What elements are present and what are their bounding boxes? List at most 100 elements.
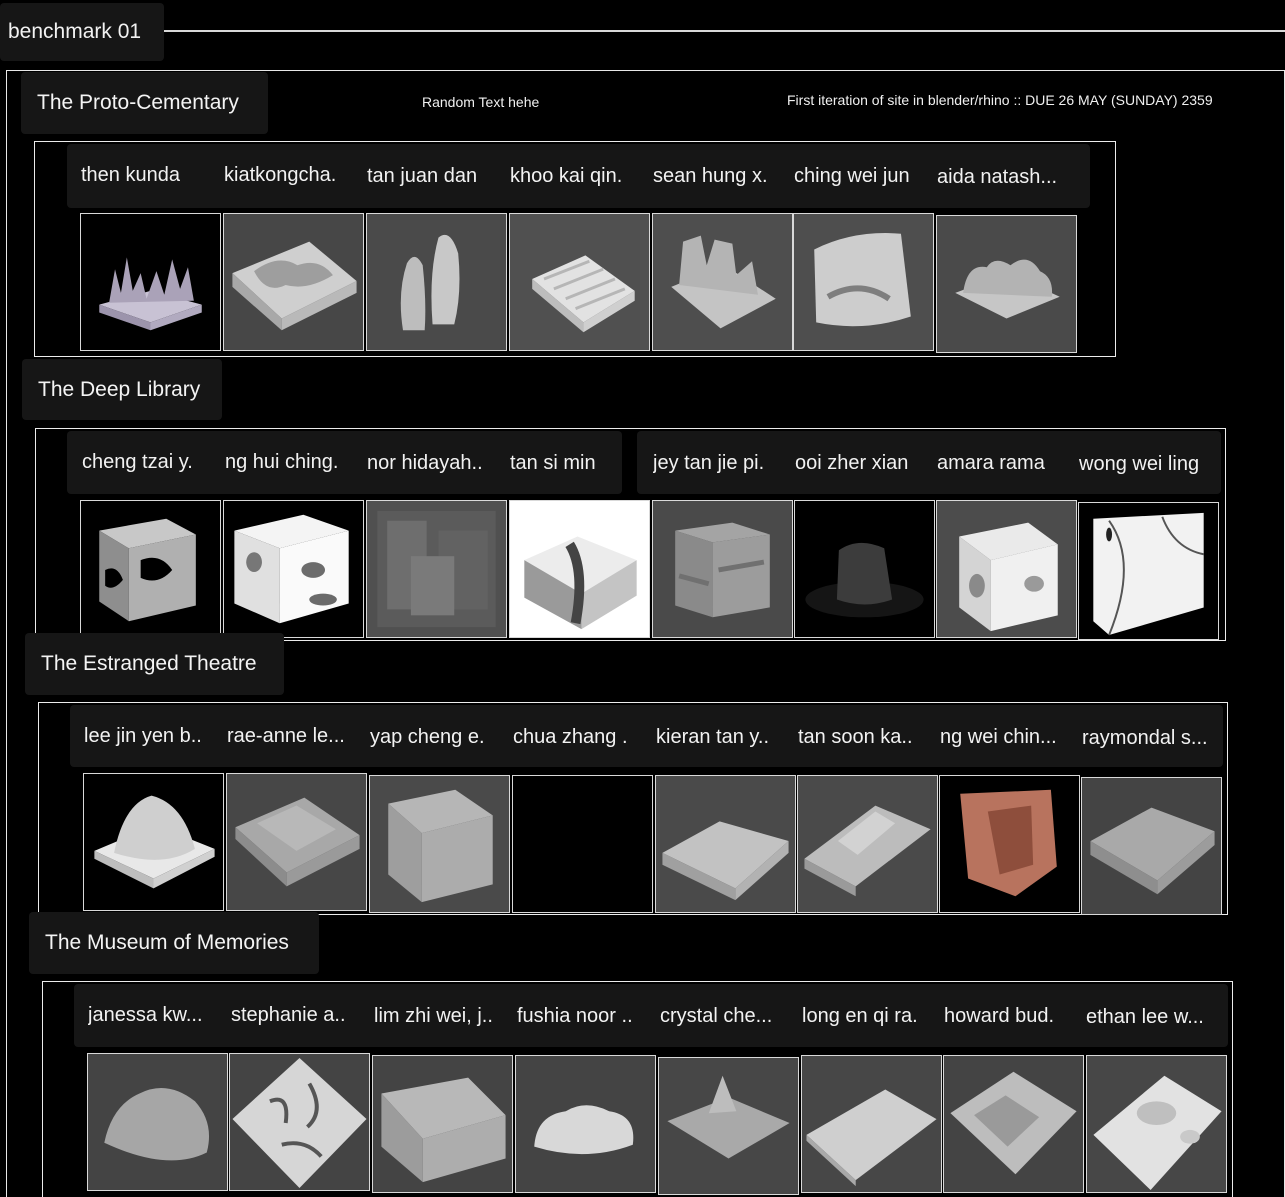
section-title-museum-of-memories[interactable]: The Museum of Memories [29, 912, 319, 974]
terrain-model-image [806, 1089, 937, 1187]
site-model-thumbnail[interactable] [509, 500, 650, 638]
terrain-model-image [960, 789, 1057, 897]
entry-name[interactable]: janessa kw... [88, 1000, 218, 1030]
entry-name[interactable]: long en qi ra. [802, 1001, 932, 1031]
site-model-thumbnail[interactable] [801, 1055, 942, 1193]
entry-name[interactable]: fushia noor .. [517, 1001, 649, 1031]
entry-name[interactable]: jey tan jie pi. [653, 448, 783, 478]
site-model-thumbnail[interactable] [655, 775, 796, 913]
cube-model-image [99, 518, 196, 622]
entry-name[interactable]: ng hui ching. [225, 447, 355, 477]
section-title-text: The Proto-Cementary [37, 91, 239, 114]
site-model-thumbnail[interactable] [658, 1057, 799, 1195]
site-model-thumbnail[interactable] [223, 213, 364, 351]
entry-name[interactable]: tan juan dan [367, 161, 497, 191]
terrain-model-image [400, 234, 460, 331]
cube-model-image [675, 522, 770, 618]
entry-name[interactable]: tan soon ka.. [798, 722, 928, 752]
entry-name[interactable]: ching wei jun [794, 161, 922, 191]
site-model-thumbnail[interactable] [223, 500, 364, 638]
site-model-thumbnail[interactable] [80, 213, 221, 351]
terrain-model-image [667, 1075, 790, 1159]
entry-name[interactable]: sean hung x. [653, 161, 783, 191]
site-model-thumbnail[interactable] [943, 1055, 1084, 1193]
site-model-thumbnail[interactable] [509, 213, 650, 351]
terrain-model-image [1093, 1075, 1222, 1191]
terrain-model-image [232, 241, 357, 331]
entry-name[interactable]: tan si min [510, 448, 620, 478]
site-model-thumbnail[interactable] [226, 773, 367, 911]
entry-name[interactable]: raymondal s... [1082, 723, 1222, 753]
terrain-model-image [955, 259, 1060, 319]
section-note-due: First iteration of site in blender/rhino… [787, 92, 1213, 108]
site-model-thumbnail[interactable] [372, 1055, 513, 1193]
entry-name[interactable]: stephanie a.. [231, 1000, 361, 1030]
entry-name[interactable]: nor hidayah.. [367, 448, 499, 478]
entry-name[interactable]: ng wei chin... [940, 722, 1070, 752]
board-tab[interactable]: benchmark 01 [0, 3, 164, 61]
entry-name[interactable]: aida natash... [937, 162, 1077, 192]
cube-model-image [1093, 512, 1204, 636]
entry-name[interactable]: khoo kai qin. [510, 161, 640, 191]
site-model-thumbnail[interactable] [1081, 777, 1222, 915]
entry-name[interactable]: kiatkongcha. [224, 160, 354, 190]
entry-name[interactable]: then kunda [81, 160, 209, 190]
site-model-thumbnail[interactable] [652, 500, 793, 638]
terrain-model-image [814, 233, 911, 327]
entry-name[interactable]: chua zhang . [513, 722, 643, 752]
cube-model-image [959, 522, 1058, 632]
terrain-model-image [532, 255, 635, 333]
terrain-model-image [804, 805, 931, 897]
site-model-thumbnail[interactable] [936, 500, 1077, 638]
entry-name[interactable]: crystal che... [660, 1001, 790, 1031]
section-title-text: The Estranged Theatre [41, 652, 257, 675]
site-model-thumbnail[interactable] [366, 500, 507, 638]
section-title-deep-library[interactable]: The Deep Library [22, 359, 222, 420]
section-title-text: The Deep Library [38, 377, 201, 401]
entry-name[interactable]: howard bud. [944, 1001, 1074, 1031]
section-title-proto-cementary[interactable]: The Proto-Cementary [21, 72, 268, 134]
site-model-thumbnail[interactable] [1086, 1055, 1227, 1193]
terrain-model-image [662, 821, 789, 901]
section-note-random: Random Text hehe [422, 94, 540, 110]
interior-model-image [377, 510, 496, 628]
cube-model-image [524, 536, 637, 630]
site-model-thumbnail[interactable] [80, 500, 221, 638]
site-model-thumbnail[interactable] [1078, 502, 1219, 640]
entry-name[interactable]: lee jin yen b.. [84, 721, 214, 751]
site-model-thumbnail[interactable] [797, 775, 938, 913]
terrain-model-image [534, 1105, 634, 1155]
section-title-estranged-theatre[interactable]: The Estranged Theatre [25, 633, 284, 695]
terrain-model-image [104, 1088, 210, 1161]
site-model-thumbnail[interactable] [229, 1053, 370, 1191]
entry-name[interactable]: yap cheng e. [370, 722, 500, 752]
entry-name[interactable]: lim zhi wei, j.. [374, 1001, 506, 1031]
entry-name[interactable]: wong wei ling [1079, 449, 1219, 479]
board-tab-title: benchmark 01 [8, 20, 142, 43]
site-model-thumbnail[interactable] [83, 773, 224, 911]
site-model-thumbnail[interactable] [794, 500, 935, 638]
site-model-thumbnail[interactable] [515, 1055, 656, 1193]
site-model-thumbnail[interactable] [366, 213, 507, 351]
entry-name[interactable]: cheng tzai y. [82, 447, 212, 477]
entry-name[interactable]: ooi zher xian [795, 448, 925, 478]
site-model-thumbnail[interactable] [939, 775, 1080, 913]
entry-name[interactable]: amara rama [937, 448, 1067, 478]
entry-name[interactable]: rae-anne le... [227, 721, 357, 751]
site-model-thumbnail[interactable] [512, 775, 653, 913]
entry-name[interactable]: kieran tan y.. [656, 722, 786, 752]
terrain-model-image [671, 235, 776, 329]
terrain-model-image [388, 789, 493, 903]
entry-name[interactable]: ethan lee w... [1086, 1002, 1226, 1032]
site-model-thumbnail[interactable] [793, 213, 934, 351]
terrain-model-image [94, 795, 215, 889]
site-model-thumbnail[interactable] [652, 213, 793, 351]
terrain-model-image [1090, 807, 1215, 895]
terrain-model-image [235, 797, 360, 887]
terrain-model-image [381, 1077, 506, 1183]
site-model-thumbnail[interactable] [936, 215, 1077, 353]
terrain-model-image [232, 1057, 367, 1189]
terrain-model-image [99, 257, 202, 331]
site-model-thumbnail[interactable] [87, 1053, 228, 1191]
site-model-thumbnail[interactable] [369, 775, 510, 913]
